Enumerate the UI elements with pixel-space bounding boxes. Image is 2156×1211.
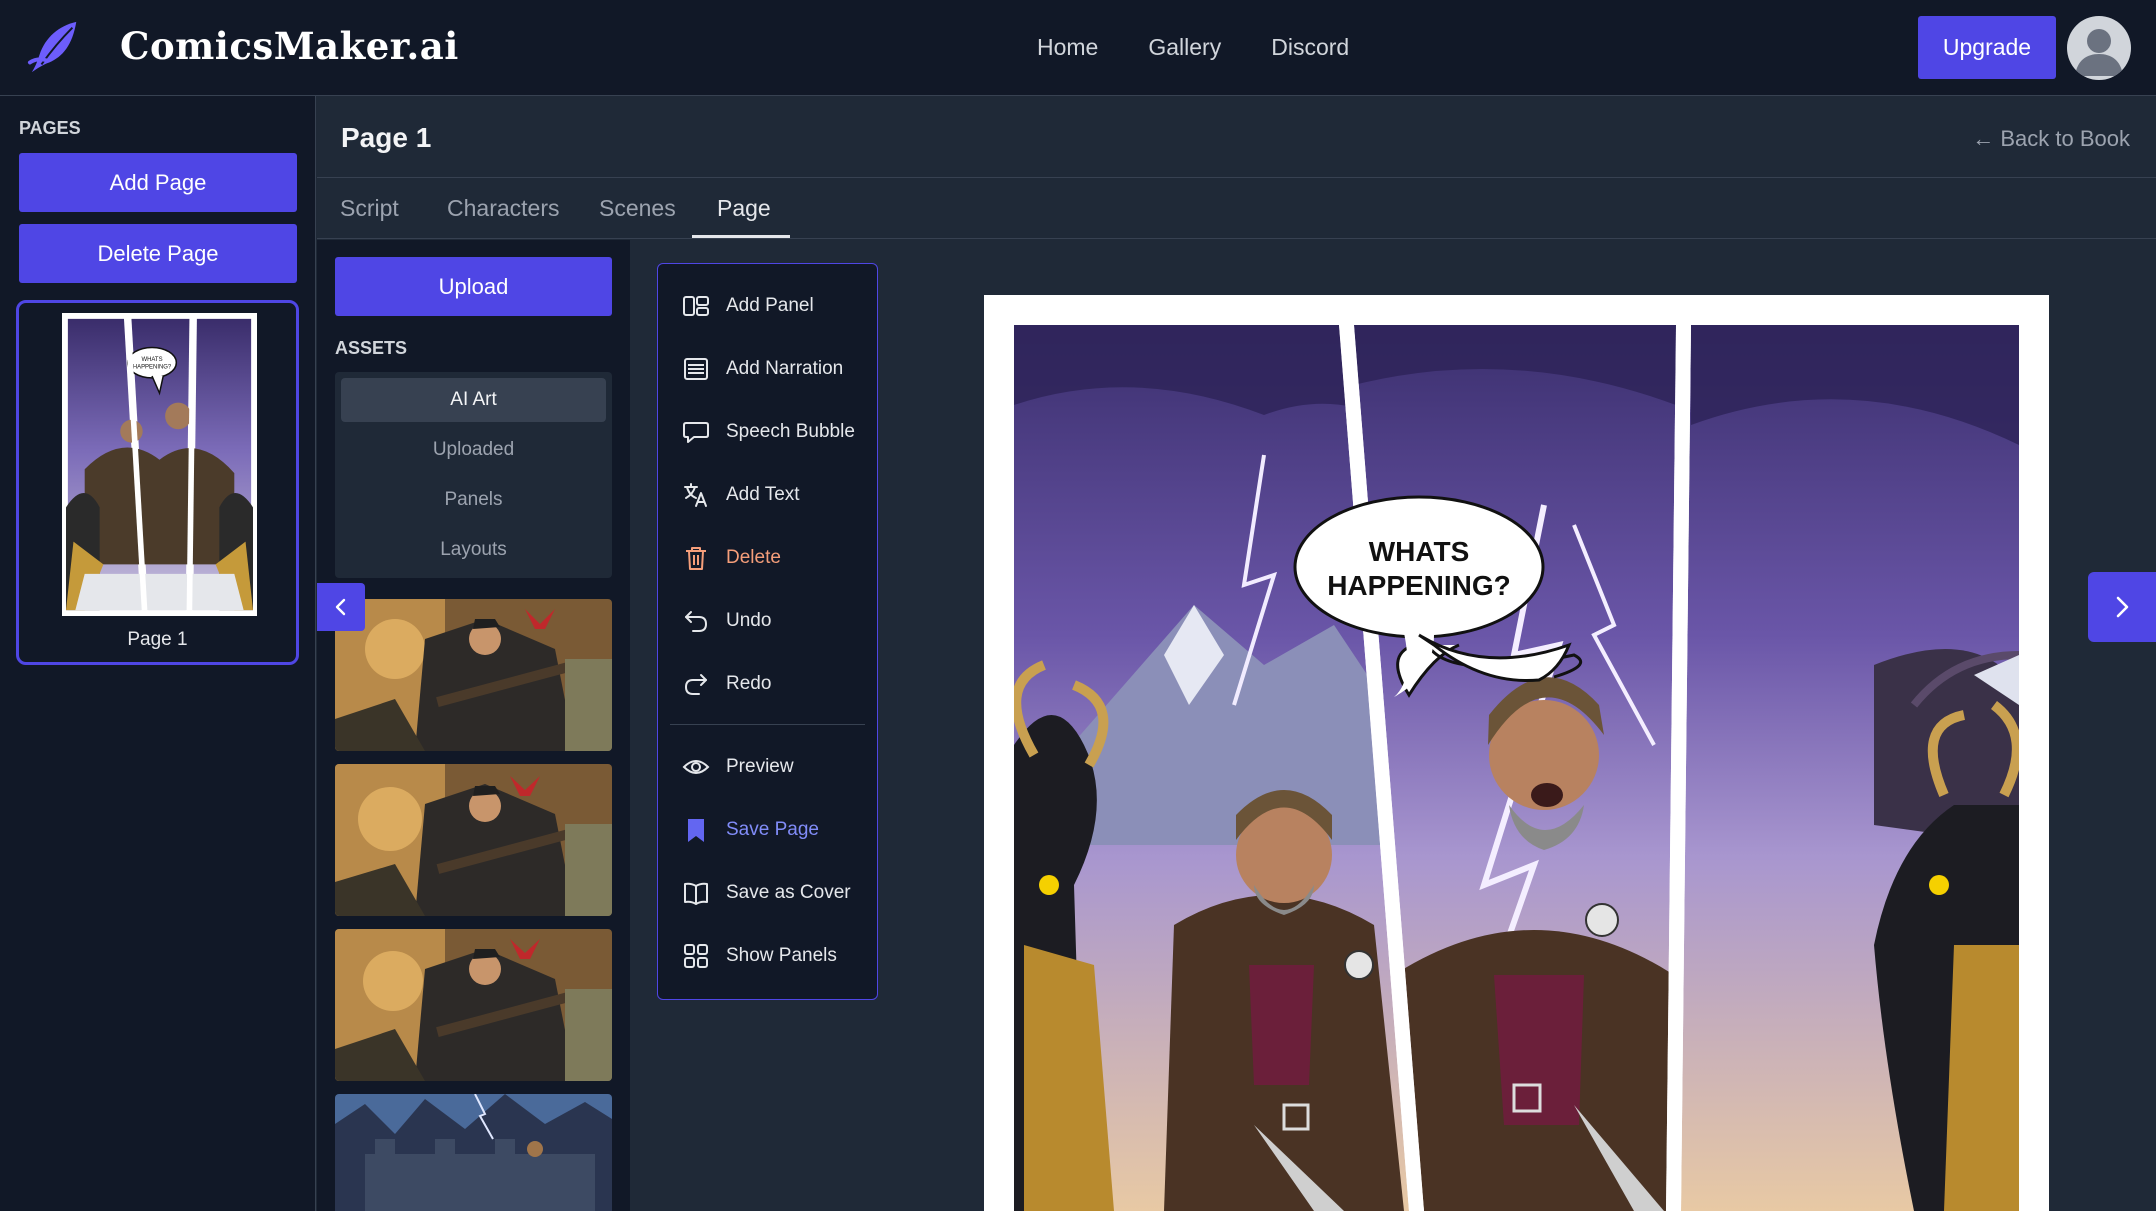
upload-button[interactable]: Upload (335, 257, 612, 316)
show-panels-label: Show Panels (726, 945, 837, 966)
speech-bubble-label: Speech Bubble (726, 421, 855, 442)
editor-tabs: Script Characters Scenes Page (317, 179, 2156, 239)
main-nav: Home Gallery Discord (1037, 34, 1349, 61)
asset-thumbnail[interactable] (335, 929, 612, 1081)
translate-text-icon (684, 483, 707, 507)
speech-bubble-text-line2: HAPPENING? (1327, 570, 1511, 601)
assets-filter-ai-art[interactable]: AI Art (341, 378, 606, 422)
add-text-label: Add Text (726, 484, 800, 505)
delete-button[interactable]: Delete (682, 538, 781, 578)
add-narration-button[interactable]: Add Narration (682, 349, 843, 389)
page-card[interactable]: WHATS HAPPENING? Page 1 (16, 300, 299, 665)
add-narration-label: Add Narration (726, 358, 844, 379)
speech-bubble-button[interactable]: Speech Bubble (682, 412, 855, 452)
asset-thumbnail[interactable] (335, 1094, 612, 1211)
show-panels-button[interactable]: Show Panels (682, 936, 837, 976)
assets-panel: Upload ASSETS AI Art Uploaded Panels Lay… (317, 240, 630, 1211)
assets-filter-layouts[interactable]: Layouts (341, 528, 606, 572)
save-as-cover-button[interactable]: Save as Cover (682, 873, 851, 913)
add-page-button[interactable]: Add Page (19, 153, 297, 212)
next-page-button[interactable] (2088, 572, 2156, 642)
eye-icon (682, 760, 710, 774)
preview-button[interactable]: Preview (682, 747, 794, 787)
speech-bubble-icon (683, 422, 709, 443)
asset-thumbnail[interactable] (335, 599, 612, 751)
save-page-button[interactable]: Save Page (682, 810, 819, 850)
tab-script[interactable]: Script (340, 195, 399, 222)
chevron-right-icon (2116, 596, 2129, 618)
asset-thumbnail[interactable] (335, 764, 612, 916)
tab-scenes[interactable]: Scenes (599, 195, 676, 222)
preview-label: Preview (726, 756, 794, 777)
assets-filter-uploaded[interactable]: Uploaded (341, 428, 606, 472)
nav-gallery[interactable]: Gallery (1148, 34, 1221, 61)
page-card-label: Page 1 (127, 629, 188, 650)
thumb-bubble-text-2: HAPPENING? (133, 364, 172, 370)
trash-icon (686, 547, 706, 570)
add-panel-label: Add Panel (726, 295, 814, 316)
tab-characters[interactable]: Characters (447, 195, 559, 222)
user-avatar[interactable] (2067, 16, 2131, 80)
pages-section-label: PAGES (19, 118, 81, 138)
add-panel-icon (683, 296, 709, 316)
active-tab-indicator (692, 235, 790, 238)
brand-name[interactable]: ComicsMaker.ai (120, 24, 459, 68)
page-header: Page 1 ← Back to Book (317, 96, 2156, 178)
page-thumbnail: WHATS HAPPENING? (62, 313, 257, 616)
pages-sidebar: PAGES Add Page Delete Page WHATS HAPPENI… (0, 96, 316, 1211)
collapse-assets-button[interactable] (317, 583, 365, 631)
tools-divider (670, 724, 865, 725)
save-page-label: Save Page (726, 819, 819, 840)
bookmark-icon (688, 819, 704, 842)
tab-page[interactable]: Page (717, 195, 771, 222)
nav-discord[interactable]: Discord (1271, 34, 1349, 61)
feather-logo-icon[interactable] (26, 18, 84, 76)
nav-home[interactable]: Home (1037, 34, 1098, 61)
assets-filter-panels[interactable]: Panels (341, 478, 606, 522)
delete-label: Delete (726, 547, 781, 568)
delete-page-button[interactable]: Delete Page (19, 224, 297, 283)
redo-icon (684, 674, 707, 695)
undo-button[interactable]: Undo (682, 601, 771, 641)
undo-label: Undo (726, 610, 772, 631)
add-text-button[interactable]: Add Text (682, 475, 800, 515)
redo-button[interactable]: Redo (682, 664, 771, 704)
add-panel-button[interactable]: Add Panel (682, 286, 814, 326)
page-tools-panel: Add Panel Add Narration Speech Bubble Ad… (657, 263, 878, 1000)
upgrade-button[interactable]: Upgrade (1918, 16, 2056, 79)
chevron-left-icon (335, 598, 346, 616)
thumb-bubble-text: WHATS (141, 357, 162, 363)
narration-icon (684, 358, 708, 380)
back-to-book-link[interactable]: ← Back to Book (1972, 126, 2130, 152)
page-title: Page 1 (341, 122, 432, 153)
grid-icon (684, 944, 708, 968)
user-icon (2075, 29, 2123, 76)
top-bar: ComicsMaker.ai Home Gallery Discord Upgr… (0, 0, 2156, 96)
speech-bubble-text-line1: WHATS (1369, 536, 1470, 567)
book-icon (684, 882, 708, 905)
assets-section-label: ASSETS (335, 338, 408, 358)
redo-label: Redo (726, 673, 772, 694)
page-canvas[interactable]: WHATS HAPPENING? (984, 295, 2049, 1211)
comic-page-artwork: WHATS HAPPENING? (1014, 325, 2019, 1211)
save-as-cover-label: Save as Cover (726, 882, 851, 903)
undo-icon (685, 611, 708, 632)
assets-filter-tabs: AI Art Uploaded Panels Layouts (335, 372, 612, 578)
